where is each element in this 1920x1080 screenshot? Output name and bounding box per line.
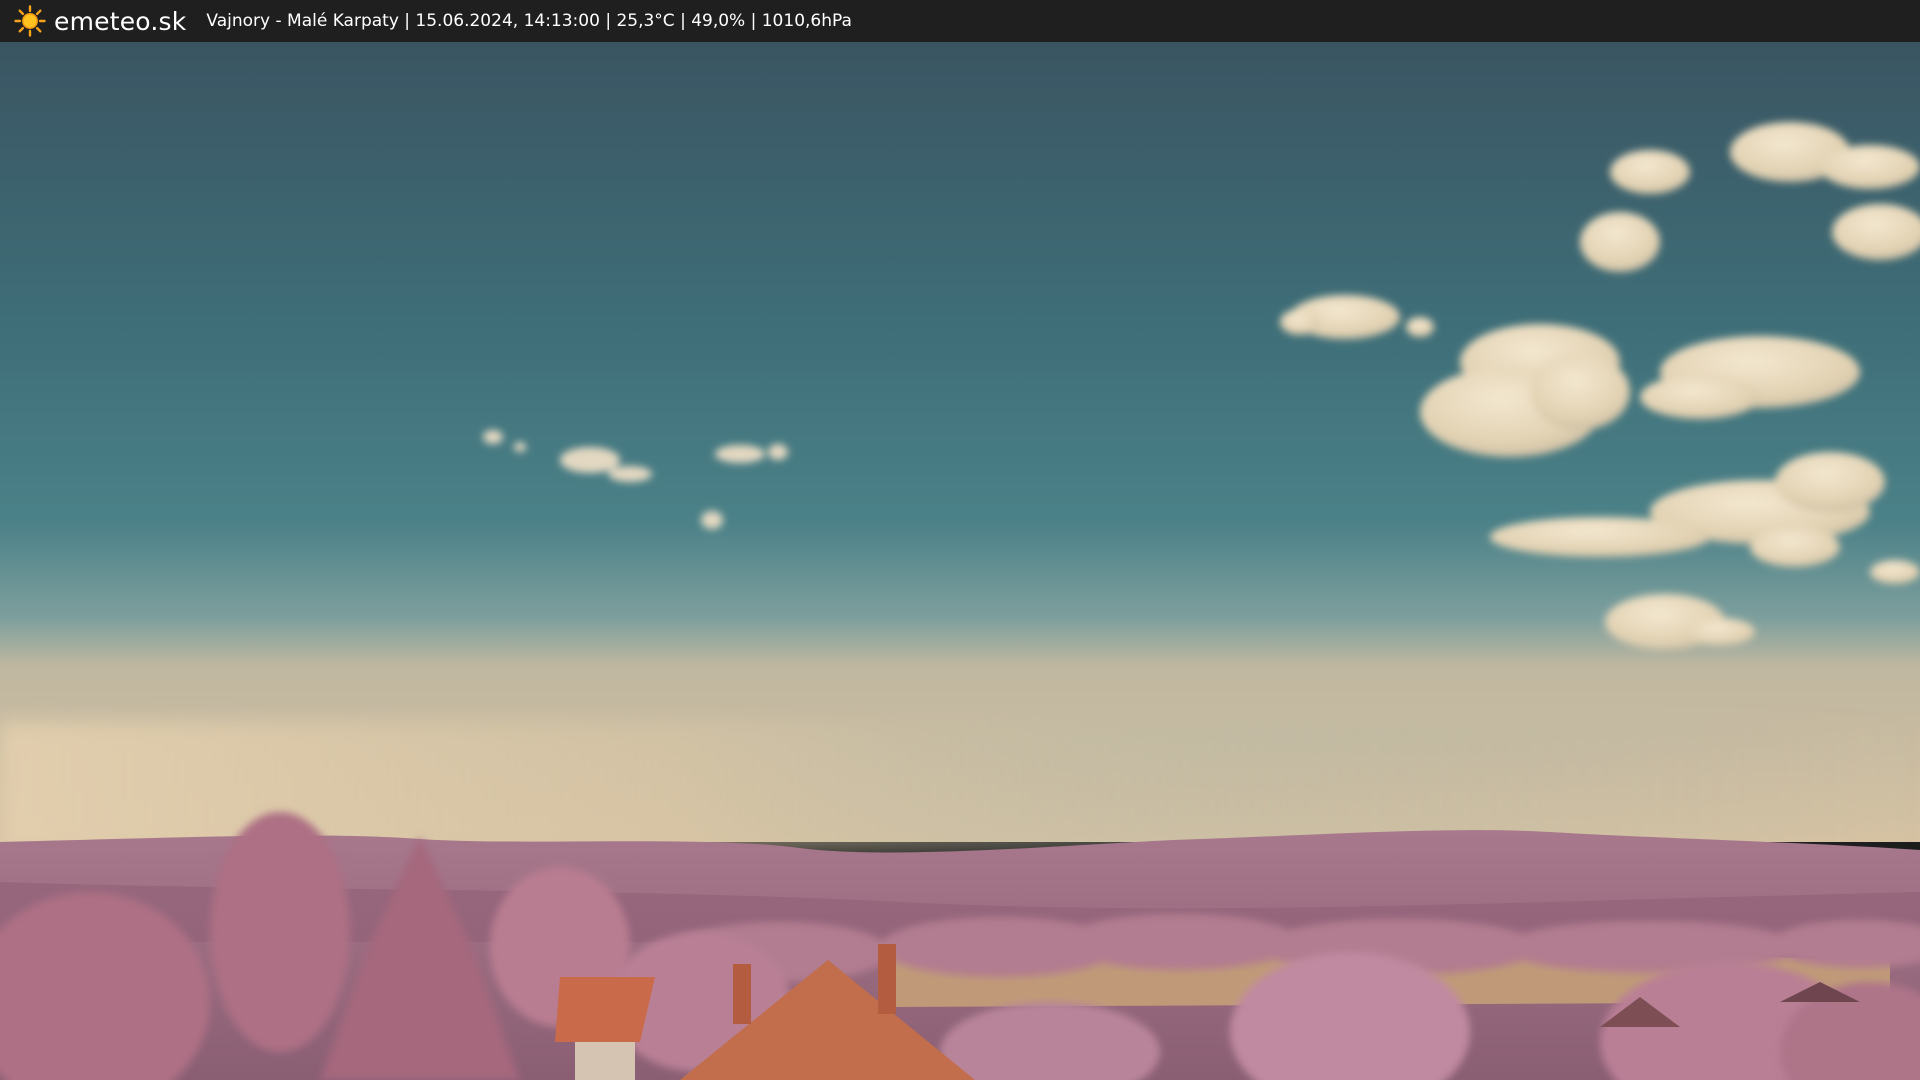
- station-info-text: Vajnory - Malé Karpaty | 15.06.2024, 14:…: [206, 11, 852, 31]
- webcam-header-bar: emeteo.sk Vajnory - Malé Karpaty | 15.06…: [0, 0, 1920, 42]
- brand-logo[interactable]: emeteo.sk: [14, 5, 186, 37]
- webcam-image: [0, 42, 1920, 1080]
- brand-name: emeteo.sk: [54, 6, 187, 36]
- sun-icon: [14, 5, 46, 37]
- webcam-frame: emeteo.sk Vajnory - Malé Karpaty | 15.06…: [0, 0, 1920, 1080]
